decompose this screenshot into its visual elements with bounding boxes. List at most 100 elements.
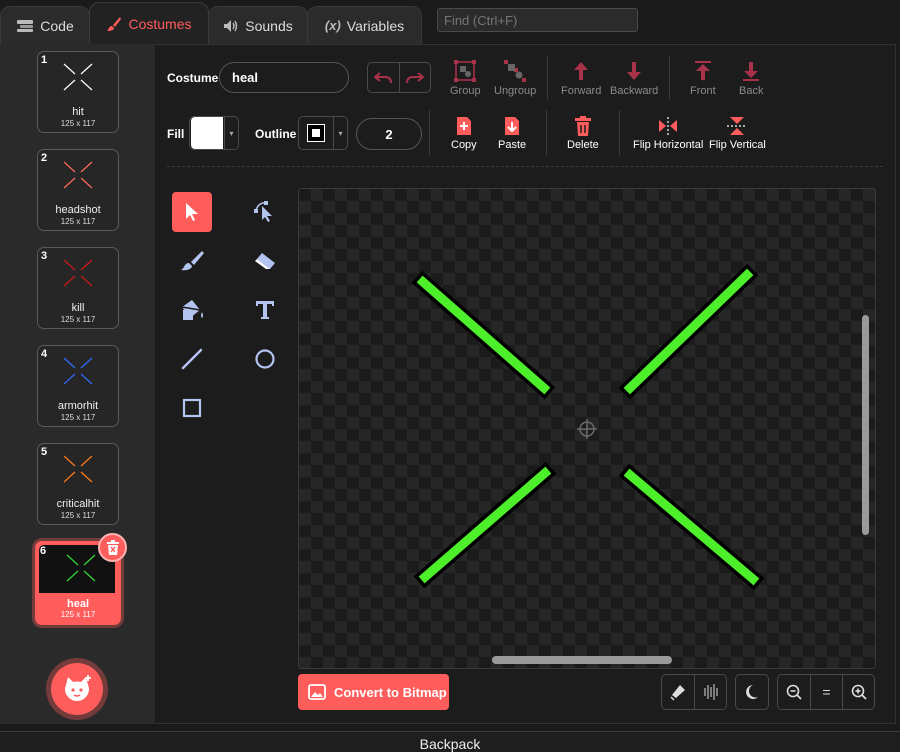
select-tool[interactable] xyxy=(172,192,212,232)
text-t-icon xyxy=(256,301,274,319)
brush-tool[interactable] xyxy=(172,241,212,281)
copy-icon xyxy=(456,117,471,135)
variables-icon: (x) xyxy=(324,18,341,33)
waveform-icon xyxy=(704,684,717,700)
back-button[interactable]: Back xyxy=(739,60,763,97)
line-tool[interactable] xyxy=(172,339,212,379)
fill-color-picker[interactable]: ▾ xyxy=(189,116,239,150)
image-icon xyxy=(308,684,326,700)
costume-thumbnail xyxy=(66,554,96,582)
flip-horizontal-icon xyxy=(659,117,678,135)
outline-color-picker[interactable]: ▾ xyxy=(298,116,348,150)
arrow-to-top-icon xyxy=(694,61,711,80)
trash-icon xyxy=(574,116,591,136)
costume-item-kill[interactable]: 3 kill 125 x 117 xyxy=(37,247,119,329)
toolbar-divider xyxy=(619,110,620,156)
flip-horizontal-button[interactable]: Flip Horizontal xyxy=(633,116,703,151)
choose-costume-button[interactable] xyxy=(51,663,103,715)
brush-icon xyxy=(181,251,204,271)
convert-to-bitmap-button[interactable]: Convert to Bitmap xyxy=(298,674,449,710)
front-button[interactable]: Front xyxy=(690,60,716,97)
rectangle-icon xyxy=(182,398,202,418)
tab-variables[interactable]: (x) Variables xyxy=(307,6,422,44)
outline-width-input[interactable]: 2 xyxy=(356,118,422,150)
moon-icon xyxy=(736,675,768,709)
costume-name-label: Costume xyxy=(167,71,219,85)
flip-vertical-icon xyxy=(727,117,748,135)
zoom-reset-button[interactable]: = xyxy=(810,675,842,709)
arrow-to-bottom-icon xyxy=(743,62,760,81)
outline-swatch xyxy=(299,117,333,149)
editor-tabs: Code Costumes Sounds (x) Variables xyxy=(0,0,900,44)
costume-thumbnail xyxy=(63,161,93,189)
canvas-horizontal-scrollbar[interactable] xyxy=(492,656,672,664)
arrow-down-icon xyxy=(627,62,642,80)
search-input[interactable] xyxy=(437,8,638,32)
backward-button[interactable]: Backward xyxy=(610,60,658,97)
toolbar-divider xyxy=(547,56,548,100)
costume-item-criticalhit[interactable]: 5 criticalhit 125 x 117 xyxy=(37,443,119,525)
flip-vertical-button[interactable]: Flip Vertical xyxy=(709,116,766,151)
cat-add-icon xyxy=(65,675,91,701)
outline-label: Outline xyxy=(255,127,297,141)
theme-toggle[interactable] xyxy=(735,674,769,710)
costume-item-armorhit[interactable]: 4 armorhit 125 x 117 xyxy=(37,345,119,427)
circle-tool[interactable] xyxy=(245,339,285,379)
copy-button[interactable]: Copy xyxy=(451,116,477,151)
zoom-controls: = xyxy=(777,674,875,710)
rectangle-tool[interactable] xyxy=(172,388,212,428)
tab-code[interactable]: Code xyxy=(0,6,90,44)
ungroup-button[interactable]: Ungroup xyxy=(494,60,536,97)
reshape-tool[interactable] xyxy=(245,192,285,232)
chevron-down-icon: ▾ xyxy=(333,117,347,149)
group-button[interactable]: Group xyxy=(450,60,481,97)
sparkle-brush-icon xyxy=(670,685,685,701)
toolbar-divider xyxy=(669,56,670,100)
costume-artwork xyxy=(411,263,765,591)
zoom-in-button[interactable] xyxy=(842,675,874,709)
eraser-tool[interactable] xyxy=(245,241,285,281)
costume-thumbnail xyxy=(63,63,93,91)
text-tool[interactable] xyxy=(245,290,285,330)
tab-sounds[interactable]: Sounds xyxy=(208,6,308,44)
drawing-canvas[interactable] xyxy=(298,188,876,669)
backpack-bar[interactable]: Backpack xyxy=(0,731,900,752)
fill-swatch xyxy=(190,117,224,149)
group-icon xyxy=(454,60,477,82)
undo-redo-group xyxy=(367,62,431,93)
delete-costume-button[interactable] xyxy=(98,533,127,562)
costume-name-field[interactable]: heal xyxy=(219,62,349,93)
costume-center-crosshair-icon xyxy=(577,419,597,439)
paste-icon xyxy=(505,117,520,135)
trash-icon xyxy=(106,540,119,555)
zoom-in-icon xyxy=(851,684,867,700)
speaker-icon xyxy=(223,19,239,33)
costume-item-headshot[interactable]: 2 headshot 125 x 117 xyxy=(37,149,119,231)
brightness-toggle-group xyxy=(661,674,727,710)
fill-tool[interactable] xyxy=(172,290,212,330)
costume-thumbnail xyxy=(63,259,93,287)
toolbar-divider xyxy=(429,110,430,156)
ungroup-icon xyxy=(504,60,527,82)
delete-button[interactable]: Delete xyxy=(567,116,599,151)
paintbrush-icon xyxy=(106,16,122,32)
code-blocks-icon xyxy=(16,19,34,33)
tab-costumes[interactable]: Costumes xyxy=(89,2,209,44)
zoom-out-button[interactable] xyxy=(778,675,810,709)
undo-button[interactable] xyxy=(368,63,400,92)
bitmap-mode-button[interactable] xyxy=(662,675,694,709)
paint-bucket-icon xyxy=(181,300,203,320)
sound-bars-button[interactable] xyxy=(694,675,726,709)
chevron-down-icon: ▾ xyxy=(224,117,238,149)
canvas-vertical-scrollbar[interactable] xyxy=(862,315,869,535)
redo-button[interactable] xyxy=(400,63,431,92)
costume-thumbnail xyxy=(63,357,93,385)
paste-button[interactable]: Paste xyxy=(498,116,526,151)
zoom-out-icon xyxy=(786,684,802,700)
forward-button[interactable]: Forward xyxy=(561,60,601,97)
toolbar-separator xyxy=(167,166,883,167)
fill-label: Fill xyxy=(167,127,185,141)
costume-thumbnail xyxy=(63,455,93,483)
costume-item-hit[interactable]: 1 hit 125 x 117 xyxy=(37,51,119,133)
redo-icon xyxy=(405,71,424,83)
